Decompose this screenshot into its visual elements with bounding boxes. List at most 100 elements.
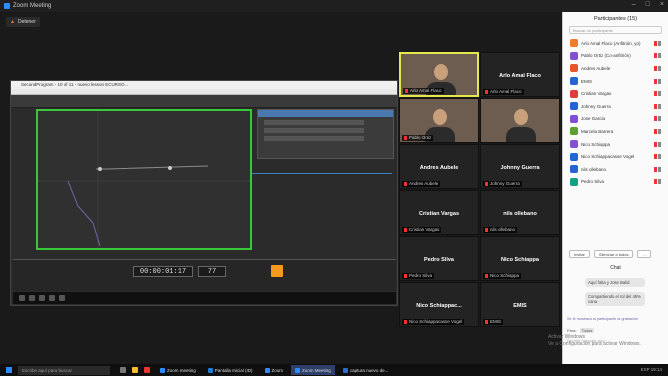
participant-tile[interactable]: Cristian Vargas Cristian Vargas xyxy=(399,190,479,235)
mic-muted-icon xyxy=(654,166,657,172)
participant-row[interactable]: Cristian Vargas xyxy=(563,87,668,100)
participant-row[interactable]: Nico Schiappacasse Vogel xyxy=(563,150,668,163)
close-icon[interactable]: × xyxy=(660,1,664,8)
participant-tile[interactable]: Nico Schiappa Nico Schiappa xyxy=(480,236,560,281)
participant-actions: Invitar Silenciar a todos ... xyxy=(569,250,651,258)
participant-tile[interactable]: Andres Aubele Andres Aubele xyxy=(399,144,479,189)
taskbar-app[interactable]: Zoom meeting xyxy=(156,365,200,375)
properties-panel[interactable] xyxy=(257,109,394,159)
participant-search-input[interactable]: Buscar un participante xyxy=(569,26,662,34)
video-off-icon xyxy=(658,128,661,134)
participant-tile[interactable]: nils ollebano nils ollebano xyxy=(480,190,560,235)
mic-muted-icon xyxy=(485,273,488,278)
app-icon xyxy=(59,295,65,301)
participant-row[interactable]: Arlo Amal Flaco (Anfitrión, yo) xyxy=(563,37,668,50)
participant-tile-label-text: Arlo Amal Flaco xyxy=(490,89,522,94)
participant-tile-name: Andres Aubele xyxy=(419,165,459,171)
participant-tile-label: Andres Aubele xyxy=(402,181,441,187)
taskbar-app[interactable]: Zoom Meeting xyxy=(291,365,335,375)
chat-to-label: Para: xyxy=(567,328,577,333)
task-view-icon[interactable] xyxy=(120,367,126,373)
participant-tile[interactable] xyxy=(480,98,560,143)
participant-tile[interactable]: EMIS EMIS xyxy=(480,282,560,327)
chat-recipient-select[interactable]: Todos xyxy=(579,328,595,333)
participant-status xyxy=(654,53,662,59)
taskbar-app[interactable]: Zoom xyxy=(261,365,288,375)
avatar xyxy=(570,51,578,60)
property-row[interactable] xyxy=(264,128,364,133)
explorer-icon[interactable] xyxy=(132,367,138,373)
video-off-icon xyxy=(658,103,661,109)
mic-muted-icon xyxy=(654,141,657,147)
participants-title: Participantes (15) xyxy=(593,16,638,22)
mic-muted-icon xyxy=(405,88,408,93)
mic-muted-icon xyxy=(654,128,657,134)
participant-status xyxy=(654,166,662,172)
participant-tile[interactable]: Johnny Guerra Johnny Guerra xyxy=(480,144,560,189)
windows-start-icon[interactable] xyxy=(6,367,12,373)
property-row[interactable] xyxy=(264,136,364,141)
play-button[interactable] xyxy=(271,265,283,277)
participant-row[interactable]: EMIS xyxy=(563,75,668,88)
taskbar-search-input[interactable]: Escribe aquí para buscar xyxy=(18,365,110,375)
participant-tile-label: Arlo Amal Flaco xyxy=(403,88,444,94)
taskbar-app[interactable]: captura nuevo de... xyxy=(339,365,393,375)
participant-name: Andres Aubele xyxy=(581,65,611,71)
window-titlebar: Zoom Meeting – □ × xyxy=(0,0,668,12)
participant-status xyxy=(654,179,662,185)
more-button[interactable]: ... xyxy=(637,250,651,258)
animation-viewport[interactable] xyxy=(36,109,252,250)
chat-recipient: Para: Todos xyxy=(567,328,595,333)
mic-muted-icon xyxy=(654,78,657,84)
app-icon xyxy=(207,367,213,373)
property-row[interactable] xyxy=(264,120,364,125)
browser-icon[interactable] xyxy=(144,367,150,373)
participant-tile[interactable]: Pablo Ortiz xyxy=(399,98,479,143)
participant-name: Pedro Silva xyxy=(581,179,605,185)
viewport-drawing xyxy=(38,111,250,248)
mic-muted-icon xyxy=(404,273,407,278)
participant-tile-label-text: Nico Schiappacasse Vogel xyxy=(409,319,463,324)
user-icon: ▲ xyxy=(10,19,15,25)
participant-tile-label-text: Johnny Guerra xyxy=(490,181,520,186)
shared-screen: SecondProgram - 10 of 11 - nuevo lesson … xyxy=(10,80,398,306)
minimize-icon[interactable]: – xyxy=(632,1,636,8)
participant-tile-label-text: Pedro Silva xyxy=(409,273,433,278)
participant-name: nils ollebano xyxy=(581,166,607,172)
avatar xyxy=(570,165,578,174)
taskbar-app[interactable]: Pantalla Inicial (ID) xyxy=(204,365,257,375)
video-off-icon xyxy=(658,179,661,185)
participant-row[interactable]: Pablo Ortiz (Co-anfitrión) xyxy=(563,50,668,63)
frame-display[interactable]: 77 xyxy=(198,266,226,277)
participant-status xyxy=(654,91,662,97)
participant-status xyxy=(654,116,662,122)
participant-tile-name: nils ollebano xyxy=(503,211,537,217)
participant-tile-label: nils ollebano xyxy=(483,227,518,233)
participant-name: Arlo Amal Flaco (Anfitrión, yo) xyxy=(581,40,641,46)
participant-tile[interactable]: Arlo Amal Flaco xyxy=(399,52,479,97)
taskbar-apps: Zoom meeting Pantalla Inicial (ID) Zoom Zoo… xyxy=(156,365,396,375)
maximize-icon[interactable]: □ xyxy=(646,1,650,8)
mute-all-button[interactable]: Silenciar a todos xyxy=(593,250,634,258)
participant-tile-name: Pedro Silva xyxy=(424,257,454,263)
participant-row[interactable]: Andres Aubele xyxy=(563,62,668,75)
participant-tile[interactable]: Pedro Silva Pedro Silva xyxy=(399,236,479,281)
participant-row[interactable]: nils ollebano xyxy=(563,163,668,176)
participant-tile-label: Cristian Vargas xyxy=(402,227,442,233)
share-control[interactable]: ▲ Detener xyxy=(6,17,40,27)
participant-row[interactable]: Nico Schiappa xyxy=(563,138,668,151)
participant-tile-label-text: nils ollebano xyxy=(490,227,516,232)
participant-row[interactable]: Pedro Silva xyxy=(563,176,668,189)
timeline-bar[interactable]: 00:00:01:17 77 xyxy=(13,259,396,291)
participant-tile[interactable]: Arlo Amal Flaco Arlo Amal Flaco xyxy=(480,52,560,97)
participant-row[interactable]: Marcela Barrera xyxy=(563,125,668,138)
app-icon xyxy=(295,367,301,373)
window-title: Zoom Meeting xyxy=(13,3,52,9)
mic-muted-icon xyxy=(654,103,657,109)
participant-row[interactable]: Johnny Guerra xyxy=(563,100,668,113)
invite-button[interactable]: Invitar xyxy=(569,250,590,258)
participant-name: Jose Garcia xyxy=(581,116,606,122)
participant-row[interactable]: Jose Garcia xyxy=(563,113,668,126)
participant-tile[interactable]: Nico Schiappac... Nico Schiappacasse Voge… xyxy=(399,282,479,327)
mic-muted-icon xyxy=(654,116,657,122)
